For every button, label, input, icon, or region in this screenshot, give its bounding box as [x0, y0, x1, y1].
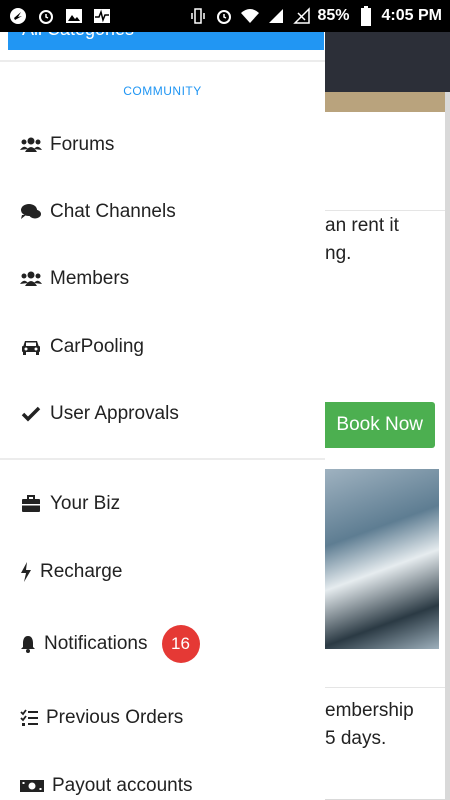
menu-item-label: Recharge	[40, 561, 123, 582]
menu-item-user-approvals[interactable]: User Approvals	[20, 394, 179, 434]
menu-item-recharge[interactable]: Recharge	[20, 552, 122, 592]
divider	[0, 458, 325, 460]
section-title-community: COMMUNITY	[123, 84, 202, 98]
status-bar: 85% 4:05 PM	[0, 0, 450, 32]
menu-item-chat-channels[interactable]: Chat Channels	[20, 192, 176, 232]
signal-off-icon	[292, 6, 312, 26]
menu-item-payout-accounts[interactable]: Payout accounts	[20, 766, 192, 800]
alarm-icon	[214, 6, 234, 26]
menu-item-label: Payout accounts	[52, 775, 193, 796]
listing-description: embership 5 days.	[325, 700, 414, 749]
wifi-icon	[240, 6, 260, 26]
menu-item-your-biz[interactable]: Your Biz	[20, 484, 120, 524]
users-icon	[20, 134, 42, 156]
book-now-button[interactable]: Book Now	[310, 402, 435, 448]
menu-item-members[interactable]: Members	[20, 259, 129, 299]
bolt-icon	[20, 561, 32, 583]
app-icon	[8, 6, 28, 26]
image-icon	[64, 6, 84, 26]
listing-image	[310, 92, 445, 112]
menu-item-previous-orders[interactable]: Previous Orders	[20, 698, 183, 738]
checklist-icon	[20, 707, 38, 729]
battery-icon	[356, 6, 376, 26]
clock: 4:05 PM	[381, 7, 442, 24]
chat-icon	[20, 201, 42, 223]
divider	[0, 60, 325, 62]
bell-icon	[20, 633, 36, 655]
battery-percentage: 85%	[317, 7, 350, 24]
vibrate-icon	[188, 6, 208, 26]
menu-item-label: Members	[50, 268, 130, 289]
car-icon	[20, 336, 42, 358]
notification-count-badge: 16	[161, 625, 200, 663]
listing-card[interactable]: an rent it ng. Book Now	[310, 92, 445, 482]
menu-item-label: Notifications	[44, 633, 148, 654]
menu-item-label: Previous Orders	[46, 707, 184, 728]
listing-card[interactable]: embership 5 days.	[310, 469, 445, 799]
listing-description: an rent it ng.	[325, 215, 399, 264]
menu-item-notifications[interactable]: Notifications 16	[20, 624, 200, 664]
menu-item-forums[interactable]: Forums	[20, 125, 114, 165]
all-categories-button[interactable]: All Categories	[8, 32, 324, 50]
signal-icon	[266, 6, 286, 26]
divider	[310, 687, 445, 688]
activity-icon	[92, 6, 112, 26]
menu-item-label: Forums	[50, 134, 115, 155]
check-icon	[20, 403, 42, 425]
menu-item-label: CarPooling	[50, 336, 144, 357]
menu-item-label: User Approvals	[50, 403, 179, 424]
gym-image	[325, 469, 439, 649]
money-icon	[20, 775, 44, 797]
briefcase-icon	[20, 493, 42, 515]
alarm-icon	[36, 6, 56, 26]
menu-item-carpooling[interactable]: CarPooling	[20, 327, 144, 367]
divider	[310, 210, 445, 211]
navigation-drawer: All Categories COMMUNITY Forums Chat Cha…	[0, 32, 325, 800]
menu-item-label: Your Biz	[50, 493, 121, 514]
menu-item-label: Chat Channels	[50, 201, 176, 222]
users-icon	[20, 268, 42, 290]
